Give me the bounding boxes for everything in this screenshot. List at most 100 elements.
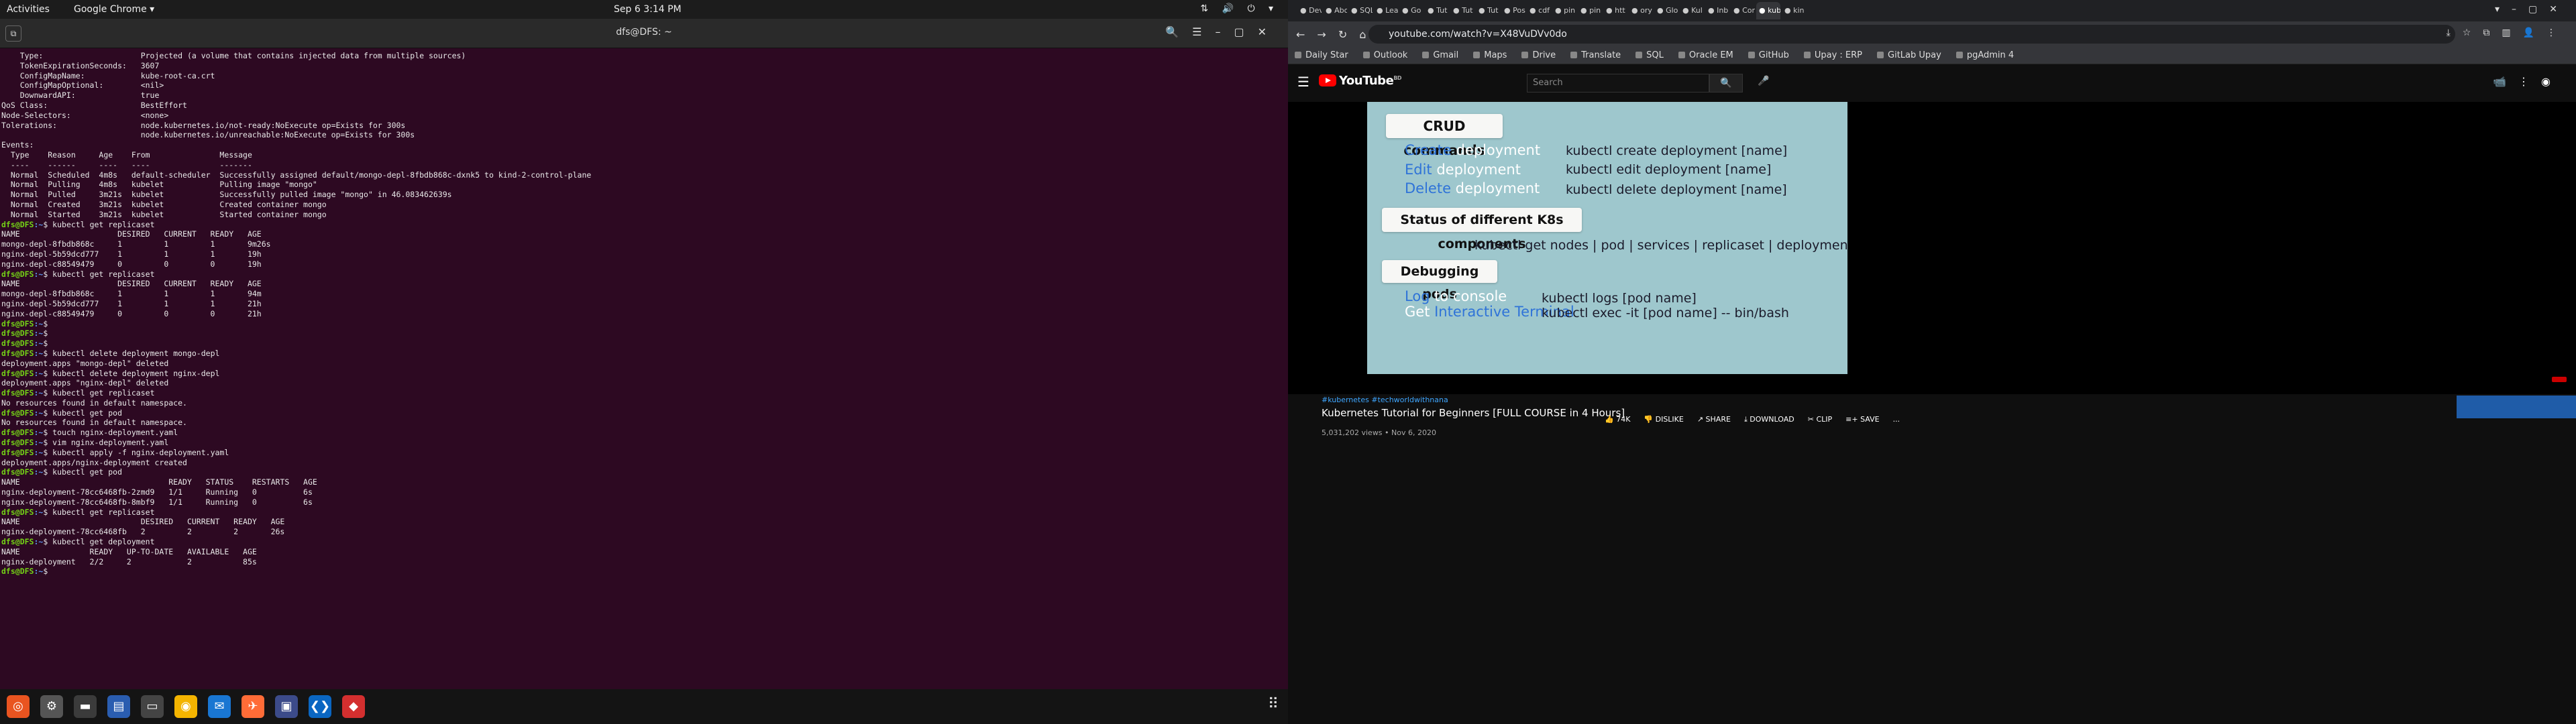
docs-icon[interactable]: ▤: [107, 695, 130, 718]
terminal-line: dfs@DFS:~$ kubectl delete deployment ngi…: [1, 369, 1287, 379]
terminal-window[interactable]: ⧉ dfs@DFS: ~ 🔍☰–▢✕ Type: Projected (a vo…: [0, 19, 1288, 689]
terminal-line: nginx-deployment-78cc6468fb-8mbf9 1/1 Ru…: [1, 497, 313, 507]
log-keyword: Log to console: [1405, 288, 1507, 304]
region-code: BD: [1393, 75, 1402, 81]
browser-tab[interactable]: ● cdf: [1527, 2, 1551, 19]
browser-tab[interactable]: ● kub: [1756, 2, 1780, 19]
vscode-icon[interactable]: ❮❯: [309, 695, 331, 718]
clip-button[interactable]: ✂ CLIP: [1808, 415, 1832, 424]
prompt-path: :~: [34, 408, 44, 418]
heading-debugging: Debugging pods: [1382, 260, 1497, 302]
reload-icon[interactable]: ↻: [1338, 28, 1347, 41]
browser-tab[interactable]: ● Inb: [1705, 2, 1729, 19]
bookmark-item[interactable]: Daily Star: [1295, 50, 1348, 60]
terminal-line: No resources found in default namespace.: [1, 418, 187, 428]
terminal-output[interactable]: Type: Projected (a volume that contains …: [0, 48, 1288, 579]
browser-tab[interactable]: ● SQL: [1348, 2, 1373, 19]
share-button[interactable]: ↗ SHARE: [1697, 415, 1731, 424]
bookmark-item[interactable]: Gmail: [1422, 50, 1458, 60]
screenshot-icon[interactable]: ▣: [275, 695, 298, 718]
home-icon[interactable]: ⌂: [1359, 28, 1366, 41]
mic-icon[interactable]: 🎤: [1758, 76, 1769, 86]
bookmark-item[interactable]: Outlook: [1363, 50, 1408, 60]
anydesk-icon[interactable]: ◆: [342, 695, 365, 718]
like-button[interactable]: 👍 74K: [1605, 415, 1630, 424]
folder-icon[interactable]: ▭: [141, 695, 164, 718]
save-button[interactable]: ≡+ SAVE: [1845, 415, 1879, 424]
bookmark-item[interactable]: GitLab Upay: [1877, 50, 1941, 60]
bookmark-item[interactable]: GitHub: [1748, 50, 1789, 60]
bookmark-item[interactable]: Upay : ERP: [1804, 50, 1862, 60]
browser-tab[interactable]: ● pin: [1552, 2, 1576, 19]
files-icon[interactable]: ▬: [74, 695, 97, 718]
command-text: $ kubectl get pod: [43, 408, 123, 418]
browser-tab[interactable]: ● Kul: [1680, 2, 1704, 19]
thunderbird-icon[interactable]: ✉: [208, 695, 231, 718]
browser-actions[interactable]: ⤓☆⧉▥👤⋮: [2447, 27, 2568, 38]
bookmarks-bar: Daily Star Outlook Gmail Maps Drive Translate…: [1288, 47, 2576, 64]
browser-tab[interactable]: ● Tut: [1425, 2, 1449, 19]
back-icon[interactable]: ←: [1296, 28, 1305, 41]
bookmark-item[interactable]: SQL: [1635, 50, 1664, 60]
browser-tab[interactable]: ● kin: [1782, 2, 1806, 19]
browser-tab[interactable]: ● Tut: [1450, 2, 1474, 19]
prompt-path: :~: [34, 428, 44, 438]
browser-tab[interactable]: ● Tut: [1476, 2, 1500, 19]
header-actions[interactable]: 📹⋮◉: [2493, 75, 2563, 88]
command-text: $ kubectl get replicaset: [43, 507, 155, 517]
more-button[interactable]: ...: [1893, 415, 1900, 424]
terminal-line: dfs@DFS:~$ vim nginx-deployment.yaml: [1, 438, 1287, 448]
browser-tab[interactable]: ● ory: [1629, 2, 1653, 19]
search-input[interactable]: Search: [1527, 74, 1709, 93]
prompt-user: dfs@DFS: [1, 438, 34, 448]
settings-icon[interactable]: ⚙: [40, 695, 63, 718]
bookmark-item[interactable]: Drive: [1521, 50, 1556, 60]
search-button[interactable]: 🔍: [1709, 74, 1743, 93]
browser-tab[interactable]: ● pin: [1578, 2, 1602, 19]
window-controls[interactable]: ▾–▢✕: [2495, 4, 2569, 15]
terminal-line: nginx-deployment 2/2 2 2 85s: [1, 556, 257, 566]
postman-icon[interactable]: ✈: [241, 695, 264, 718]
chrome-window: ● Dev ● Abo ● SQL ● Lea ● Go ● Tut ● Tut ● Tut ●…: [1288, 0, 2576, 724]
download-button[interactable]: ⤓ DOWNLOAD: [1744, 415, 1794, 424]
youtube-logo[interactable]: YouTubeBD: [1319, 74, 1402, 88]
browser-tab[interactable]: ● Glo: [1654, 2, 1678, 19]
bookmark-item[interactable]: pgAdmin 4: [1956, 50, 2014, 60]
bookmark-item[interactable]: Oracle EM: [1678, 50, 1733, 60]
command-text: $ kubectl get replicaset: [43, 269, 155, 279]
terminal-line: DownwardAPI: true: [1, 90, 160, 101]
activities-button[interactable]: Activities: [7, 4, 50, 15]
clock[interactable]: Sep 6 3:14 PM: [614, 4, 682, 15]
prompt-user: dfs@DFS: [1, 467, 34, 477]
browser-tab[interactable]: ● Pos: [1501, 2, 1525, 19]
show-apps-icon[interactable]: ⠿: [1268, 696, 1279, 713]
window-controls[interactable]: 🔍☰–▢✕: [1165, 25, 1280, 38]
terminal-line: deployment.apps "nginx-depl" deleted: [1, 378, 169, 388]
dislike-button[interactable]: 👎 DISLIKE: [1644, 415, 1683, 424]
browser-tab[interactable]: ● Dev: [1297, 2, 1322, 19]
chrome-icon[interactable]: ◉: [174, 695, 197, 718]
prompt-user: dfs@DFS: [1, 219, 34, 229]
browser-tab[interactable]: ● Cor: [1731, 2, 1755, 19]
system-tray[interactable]: ⇅ 🔊 ⏻ ▾: [1200, 3, 1279, 14]
address-bar[interactable]: youtube.com/watch?v=X48VuDVv0do: [1368, 25, 2455, 44]
terminal-line: TokenExpirationSeconds: 3607: [1, 60, 160, 70]
app-menu[interactable]: Google Chrome ▾: [74, 4, 154, 15]
forward-icon[interactable]: →: [1317, 28, 1326, 41]
terminal-line: Normal Pulled 3m21s kubelet Successfully…: [1, 190, 452, 200]
hashtags[interactable]: #kubernetes #techworldwithnana: [1322, 396, 2086, 404]
video-player[interactable]: CRUD commands Create deployment kubectl …: [1288, 102, 2576, 394]
browser-tab[interactable]: ● Abo: [1323, 2, 1347, 19]
bookmark-item[interactable]: Translate: [1570, 50, 1621, 60]
prompt-path: :~: [34, 438, 44, 448]
browser-tab[interactable]: ● Go: [1399, 2, 1424, 19]
ad-banner[interactable]: [2457, 396, 2576, 418]
bookmark-item[interactable]: Maps: [1473, 50, 1507, 60]
browser-tab[interactable]: ● htt: [1603, 2, 1627, 19]
browser-tab[interactable]: ● Lea: [1374, 2, 1398, 19]
ubuntu-icon[interactable]: ◎: [7, 695, 30, 718]
hd-badge: [2552, 377, 2567, 382]
terminal-header: ⧉ dfs@DFS: ~ 🔍☰–▢✕: [0, 19, 1288, 48]
menu-icon[interactable]: ☰: [1297, 74, 1309, 90]
terminal-line: dfs@DFS:~$: [1, 339, 1287, 349]
